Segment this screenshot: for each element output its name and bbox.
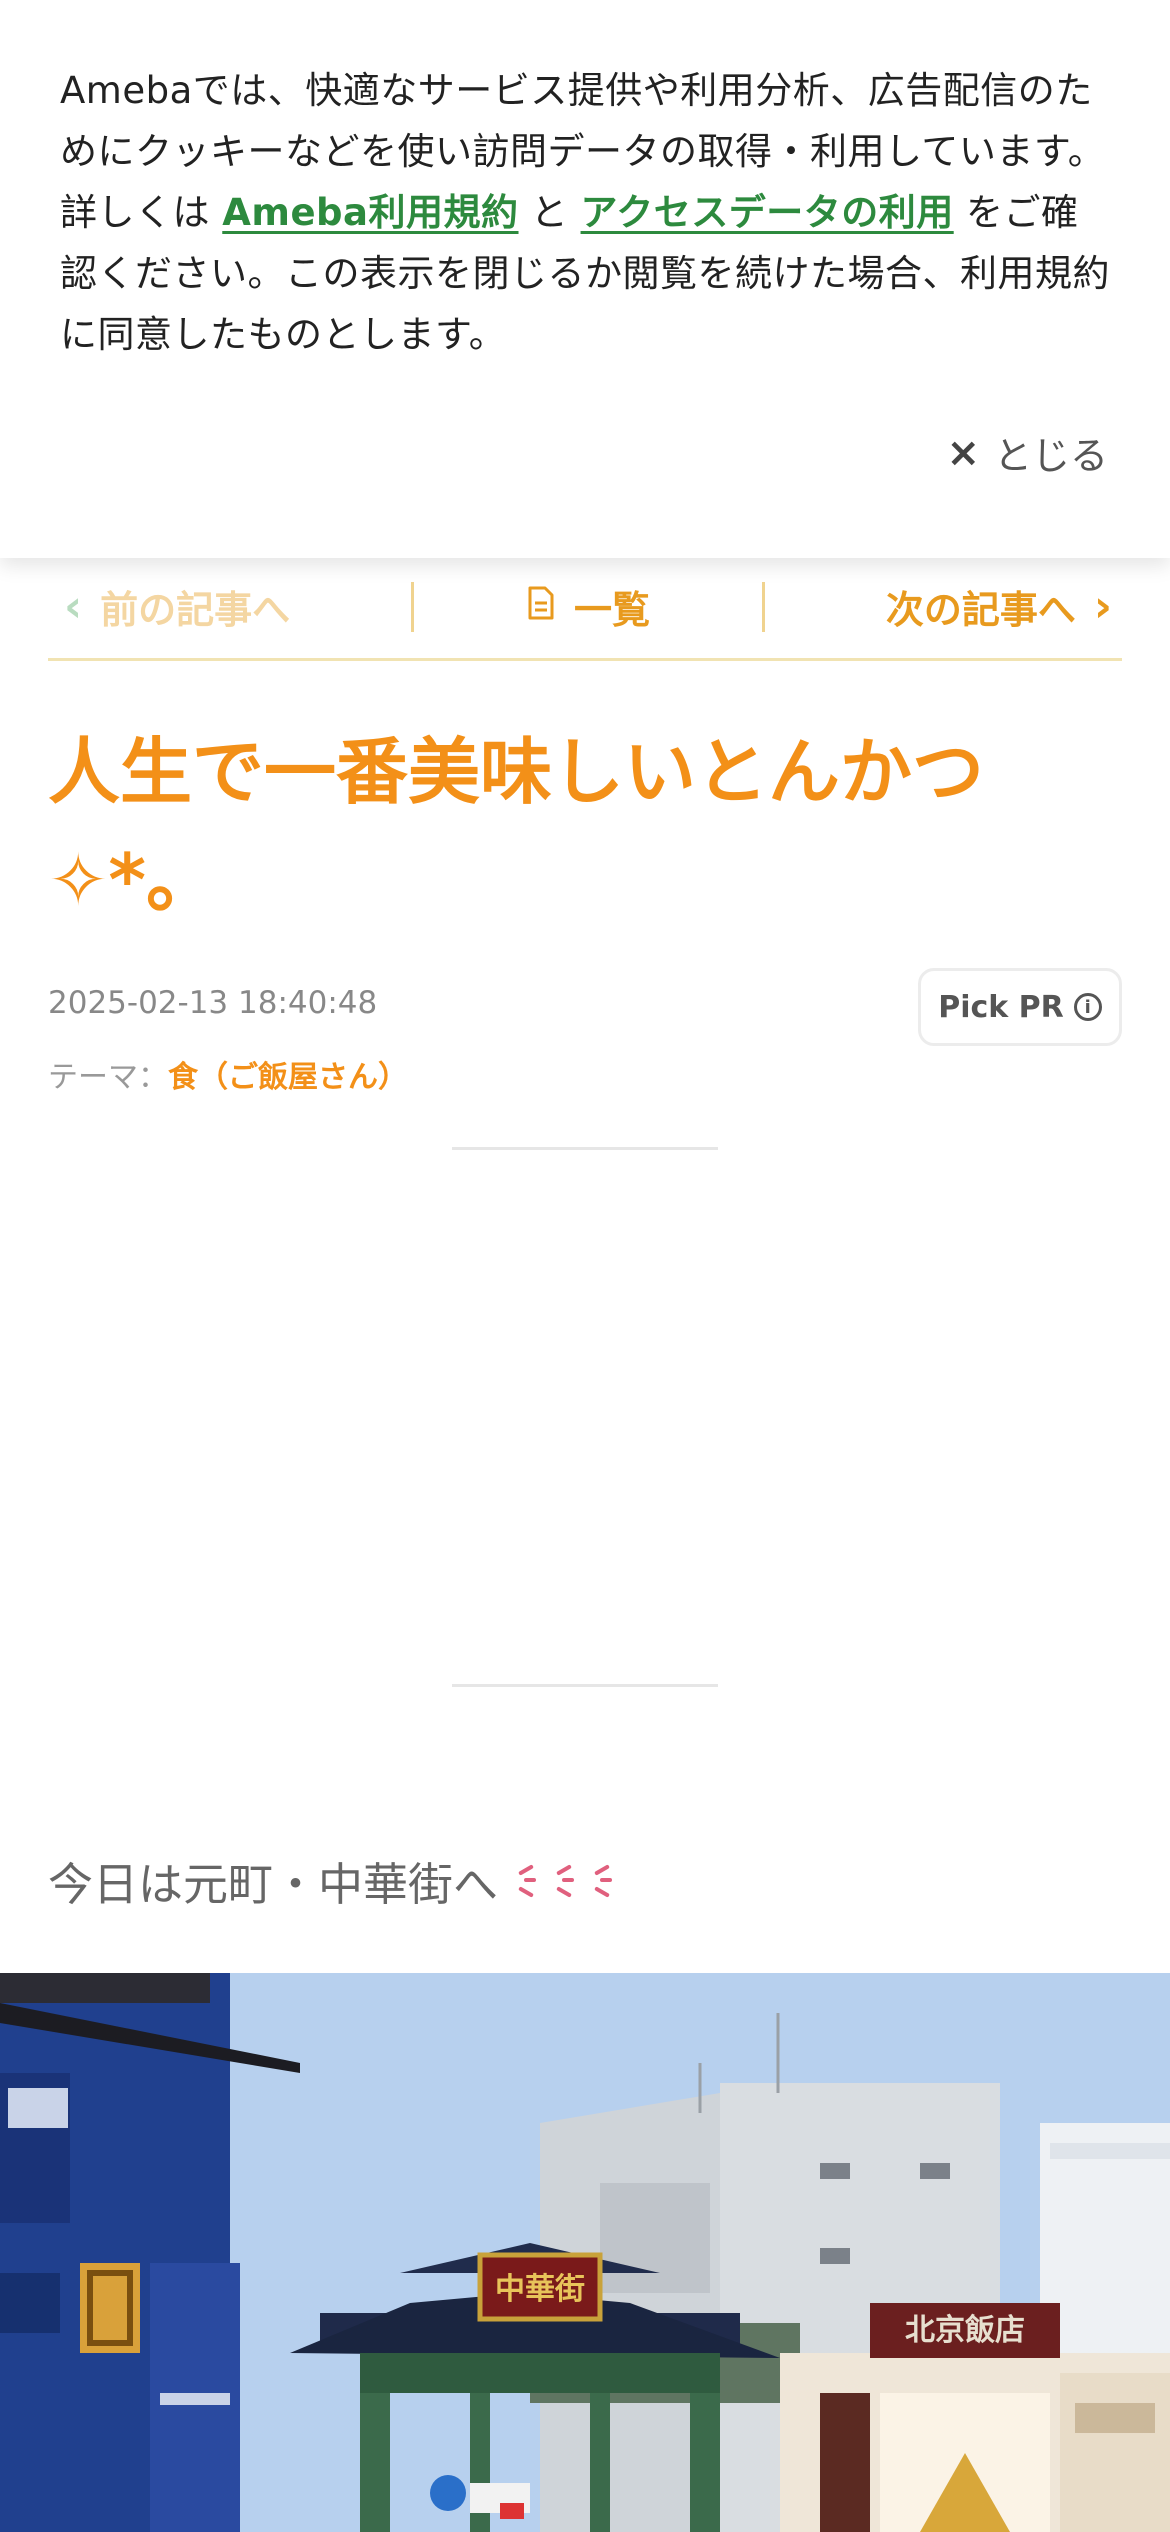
- ad-divider-top: [452, 1147, 718, 1150]
- article-first-line: 今日は元町・中華街へ: [48, 1848, 613, 1913]
- next-article-label: 次の記事へ: [885, 588, 1076, 632]
- chevron-left-icon: ‹: [64, 581, 83, 632]
- article-title: 人生で一番美味しいとんかつ✧*。: [48, 730, 985, 922]
- prev-article-link[interactable]: ‹ 前の記事へ: [48, 577, 411, 637]
- theme-link[interactable]: 食（ご飯屋さん）: [168, 1060, 408, 1095]
- prev-article-label: 前の記事へ: [100, 588, 291, 632]
- chevron-right-icon: ›: [1093, 581, 1112, 632]
- info-icon: i: [1073, 993, 1102, 1021]
- article-list-link[interactable]: 一覧: [414, 577, 761, 637]
- cookie-text-and: と: [518, 191, 581, 234]
- close-icon: ×: [946, 429, 980, 476]
- page: Amebaでは、快適なサービス提供や利用分析、広告配信のためにクッキーなどを使い…: [0, 0, 1170, 2532]
- cookie-banner: Amebaでは、快適なサービス提供や利用分析、広告配信のためにクッキーなどを使い…: [0, 0, 1170, 558]
- cookie-close-button[interactable]: × とじる: [946, 425, 1108, 480]
- first-line-text: 今日は元町・中華街へ: [48, 1858, 499, 1911]
- article-list-label: 一覧: [573, 588, 650, 632]
- article-datetime: 2025-02-13 18:40:48: [48, 985, 378, 1021]
- gate-sign: 中華街: [495, 2272, 585, 2307]
- cookie-message: Amebaでは、快適なサービス提供や利用分析、広告配信のためにクッキーなどを使い…: [60, 60, 1110, 365]
- pick-pr-label: Pick PR: [938, 989, 1064, 1025]
- next-article-link[interactable]: 次の記事へ ›: [765, 577, 1122, 637]
- article-theme: テーマ：食（ご飯屋さん）: [48, 1052, 408, 1096]
- theme-label: テーマ：: [48, 1060, 168, 1095]
- ameba-terms-link[interactable]: Ameba利用規約: [222, 191, 518, 234]
- article-nav: ‹ 前の記事へ 一覧 次の記事へ ›: [48, 555, 1122, 661]
- document-icon: [526, 585, 556, 629]
- ad-divider-bottom: [452, 1684, 718, 1687]
- pick-pr-button[interactable]: Pick PR i: [918, 968, 1122, 1046]
- restaurant-sign: 北京飯店: [905, 2313, 1025, 2348]
- article-photo[interactable]: 中華街 北京飯店: [0, 1973, 1170, 2532]
- close-label: とじる: [993, 434, 1108, 478]
- sparkle-emoji-icon: [516, 1856, 613, 1906]
- access-data-link[interactable]: アクセスデータの利用: [581, 191, 954, 234]
